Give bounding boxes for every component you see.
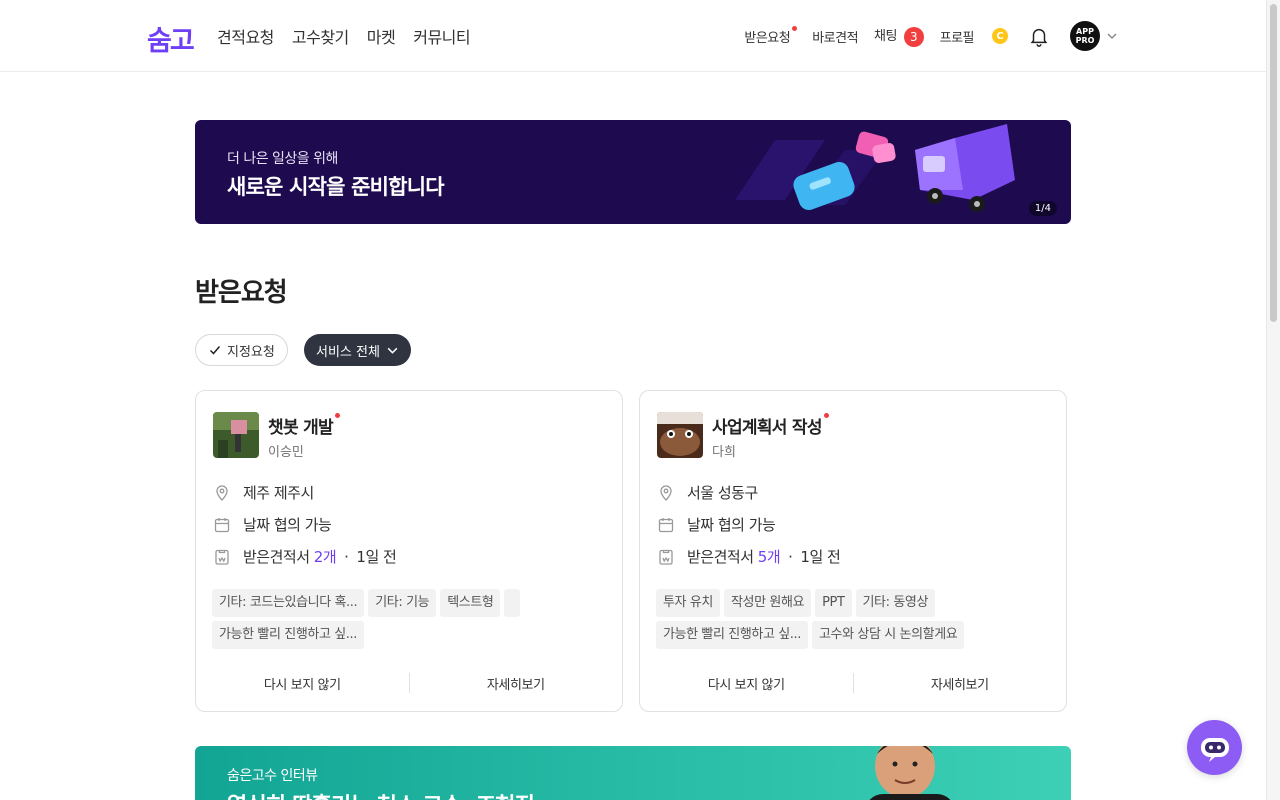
location-row: 제주 제주시 [213, 482, 314, 503]
avatar-text-1: APP [1076, 27, 1094, 36]
chevron-down-icon [387, 347, 398, 354]
nav-chat[interactable]: 채팅 3 [874, 25, 924, 47]
tag: 고수와 상담 시 논의할게요 [812, 621, 965, 649]
location-text: 제주 제주시 [243, 484, 314, 502]
page-title: 받은요청 [195, 278, 288, 308]
location-pin-icon [213, 484, 231, 502]
tag: 작성만 원해요 [723, 589, 812, 617]
banner-page-counter: 1/4 [1028, 201, 1057, 216]
new-dot [334, 413, 340, 418]
separator-dot: · [344, 547, 349, 566]
request-title-text: 사업계획서 작성 [712, 418, 823, 438]
tag [504, 589, 521, 617]
tag: 텍스트형 [440, 589, 501, 617]
assigned-filter-label: 지정요청 [227, 344, 275, 360]
calendar-icon [213, 516, 231, 534]
calendar-icon [657, 516, 675, 534]
quotes-count: 5개 [757, 548, 781, 566]
user-nav: 받은요청 바로견적 채팅 3 프로필 C APP PRO [728, 20, 1118, 52]
top-header: 숨고 견적요청 고수찾기 마켓 커뮤니티 받은요청 바로견적 채팅 3 프로필 … [0, 0, 1266, 72]
tag: 투자 유치 [656, 589, 720, 617]
interview-banner-title: 열심히 땀흘리는 청소 고수, 조현진 [227, 788, 535, 800]
bell-icon[interactable] [1028, 25, 1050, 47]
banner-title: 새로운 시작을 준비합니다 [227, 175, 445, 199]
card-actions: 다시 보지 않기 자세히보기 [640, 655, 1066, 711]
nav-chat-label: 채팅 [874, 29, 897, 45]
tag: 가능한 빨리 진행하고 싶... [656, 621, 808, 649]
request-thumbnail [213, 412, 259, 458]
main-nav: 견적요청 고수찾기 마켓 커뮤니티 [217, 24, 471, 48]
request-title: 챗봇 개발 [268, 413, 340, 438]
quote-document-icon [213, 548, 231, 566]
assigned-request-filter[interactable]: 지정요청 [195, 334, 288, 366]
quotes-row: 받은견적서 2개 · 1일 전 [213, 546, 397, 567]
avatar-text-2: PRO [1075, 36, 1095, 45]
tag: 기타: 동영상 [855, 589, 936, 617]
quote-document-icon [657, 548, 675, 566]
hide-request-button[interactable]: 다시 보지 않기 [640, 674, 853, 693]
request-thumbnail [657, 412, 703, 458]
tag: PPT [815, 589, 852, 617]
promo-banner[interactable]: 더 나은 일상을 위해 새로운 시작을 준비합니다 1/4 [195, 120, 1071, 224]
quotes-prefix: 받은견적서 [687, 548, 754, 566]
tag: 기타: 기능 [368, 589, 437, 617]
requester-name: 이승민 [268, 445, 304, 460]
soomgo-logo[interactable]: 숨고 [147, 19, 195, 58]
new-dot [792, 25, 798, 31]
new-dot [823, 413, 829, 418]
nav-quick-quote[interactable]: 바로견적 [812, 27, 858, 46]
scrollbar-thumb[interactable] [1270, 4, 1277, 322]
coin-icon[interactable]: C [992, 28, 1008, 44]
request-tags: 기타: 코드는있습니다 혹... 기타: 기능 텍스트형 가능한 빨리 진행하고… [212, 589, 612, 649]
banner-truck-illustration [735, 124, 1015, 212]
service-filter-label: 서비스 전체 [316, 344, 380, 360]
request-title: 사업계획서 작성 [712, 413, 829, 438]
page-scrollbar[interactable] [1266, 0, 1280, 800]
request-card[interactable]: 사업계획서 작성 다희 서울 성동구 날짜 협의 가능 받은견적서 5개 · 1… [639, 390, 1067, 712]
nav-market[interactable]: 마켓 [367, 24, 396, 48]
avatar[interactable]: APP PRO [1070, 21, 1100, 51]
request-title-text: 챗봇 개발 [268, 418, 334, 438]
request-time: 1일 전 [356, 548, 397, 566]
date-row: 날짜 협의 가능 [657, 514, 776, 535]
location-text: 서울 성동구 [687, 484, 758, 502]
chatbot-icon [1200, 737, 1229, 762]
request-time: 1일 전 [800, 548, 841, 566]
chevron-down-icon[interactable] [1106, 30, 1118, 42]
nav-profile[interactable]: 프로필 [940, 27, 975, 46]
view-details-button[interactable]: 자세히보기 [854, 674, 1067, 693]
nav-received-requests[interactable]: 받은요청 [744, 25, 798, 46]
check-icon [209, 346, 221, 355]
requester-name: 다희 [712, 445, 736, 460]
date-text: 날짜 협의 가능 [687, 516, 776, 534]
view-details-button[interactable]: 자세히보기 [410, 674, 623, 693]
nav-find-pro[interactable]: 고수찾기 [292, 24, 349, 48]
quotes-prefix: 받은견적서 [243, 548, 310, 566]
location-row: 서울 성동구 [657, 482, 758, 503]
service-filter-dropdown[interactable]: 서비스 전체 [304, 334, 411, 366]
tag: 가능한 빨리 진행하고 싶... [212, 621, 364, 649]
date-text: 날짜 협의 가능 [243, 516, 332, 534]
hide-request-button[interactable]: 다시 보지 않기 [196, 674, 409, 693]
location-pin-icon [657, 484, 675, 502]
separator-dot: · [788, 547, 793, 566]
banner-subtitle: 더 나은 일상을 위해 [227, 151, 338, 167]
nav-received-requests-label: 받은요청 [744, 30, 791, 46]
request-card[interactable]: 챗봇 개발 이승민 제주 제주시 날짜 협의 가능 받은견적서 2개 · 1일 … [195, 390, 623, 712]
chatbot-button[interactable] [1187, 720, 1242, 775]
date-row: 날짜 협의 가능 [213, 514, 332, 535]
interview-banner[interactable]: 숨은고수 인터뷰 열심히 땀흘리는 청소 고수, 조현진 [195, 746, 1071, 800]
interview-banner-subtitle: 숨은고수 인터뷰 [227, 768, 318, 784]
quotes-row: 받은견적서 5개 · 1일 전 [657, 546, 841, 567]
tag: 기타: 코드는있습니다 혹... [212, 589, 365, 617]
card-actions: 다시 보지 않기 자세히보기 [196, 655, 622, 711]
chat-count-badge: 3 [903, 26, 924, 47]
interview-person-photo [869, 746, 951, 800]
request-tags: 투자 유치 작성만 원해요 PPT 기타: 동영상 가능한 빨리 진행하고 싶.… [656, 589, 1056, 649]
quotes-count: 2개 [313, 548, 337, 566]
nav-community[interactable]: 커뮤니티 [413, 24, 470, 48]
nav-quote-request[interactable]: 견적요청 [217, 24, 274, 48]
